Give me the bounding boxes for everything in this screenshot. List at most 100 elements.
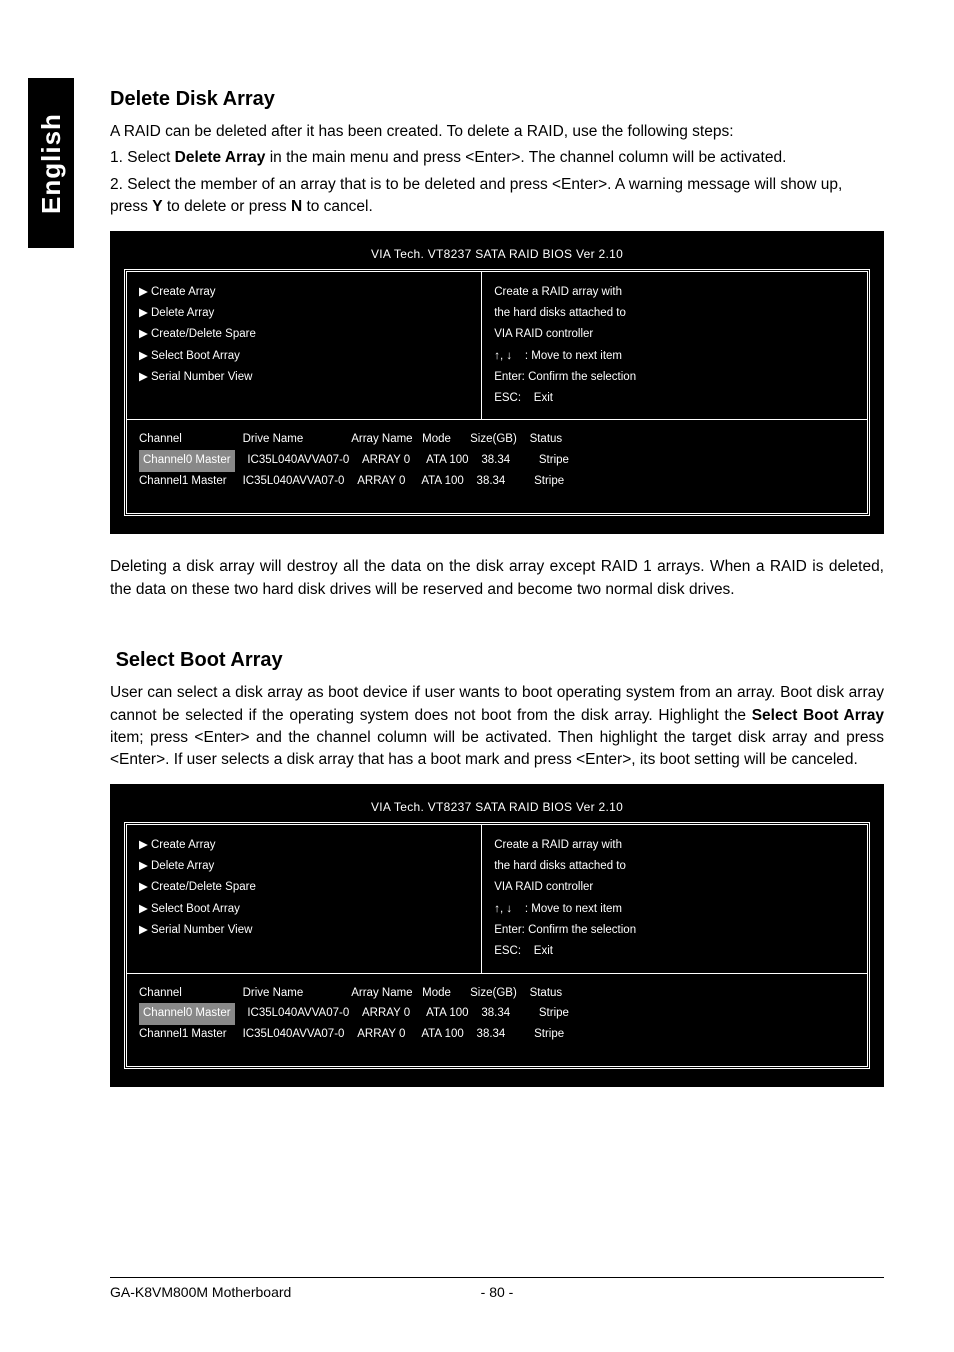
cell-status: Stripe	[534, 1028, 564, 1040]
bios-top-pane: ▶Create Array ▶Delete Array ▶Create/Dele…	[127, 272, 867, 421]
help-nav-enter: Enter: Confirm the selection	[494, 367, 855, 388]
drive-header-row: Channel Drive Name Array Name Mode Size(…	[139, 984, 855, 1004]
nav-label: : Move to next item	[525, 350, 622, 362]
menu-item-boot-array: ▶Select Boot Array	[139, 346, 469, 367]
section-title-delete: Delete Disk Array	[110, 88, 884, 111]
step2-y: Y	[152, 198, 162, 215]
page-content: Delete Disk Array A RAID can be deleted …	[110, 0, 884, 1087]
triangle-icon: ▶	[139, 877, 151, 898]
delete-after-text: Deleting a disk array will destroy all t…	[110, 556, 884, 601]
bios-screenshot-1: VIA Tech. VT8237 SATA RAID BIOS Ver 2.10…	[110, 231, 884, 534]
triangle-icon: ▶	[139, 856, 151, 877]
delete-step-1: 1. Select Delete Array in the main menu …	[110, 147, 884, 169]
menu-label: Select Boot Array	[151, 899, 240, 920]
bios-menu: ▶Create Array ▶Delete Array ▶Create/Dele…	[127, 825, 482, 973]
cell-mode: ATA 100	[421, 475, 463, 487]
col-status: Status	[530, 433, 563, 445]
menu-label: Serial Number View	[151, 920, 252, 941]
section-title-boot: Select Boot Array	[110, 649, 884, 672]
arrows-icon: ↑, ↓	[494, 350, 512, 362]
bios-title: VIA Tech. VT8237 SATA RAID BIOS Ver 2.10	[124, 800, 870, 814]
help-line-1: Create a RAID array with	[494, 282, 855, 303]
col-status: Status	[530, 987, 563, 999]
page-footer: GA-K8VM800M Motherboard - 80 -	[110, 1277, 884, 1300]
cell-drivename: IC35L040AVVA07-0	[243, 475, 345, 487]
menu-item-spare: ▶Create/Delete Spare	[139, 877, 469, 898]
bios-top-pane: ▶Create Array ▶Delete Array ▶Create/Dele…	[127, 825, 867, 974]
menu-item-delete-array: ▶Delete Array	[139, 856, 469, 877]
bios-menu: ▶Create Array ▶Delete Array ▶Create/Dele…	[127, 272, 482, 420]
boot-paragraph: User can select a disk array as boot dev…	[110, 682, 884, 772]
triangle-icon: ▶	[139, 899, 151, 920]
col-size: Size(GB)	[470, 433, 517, 445]
help-nav-updown: ↑, ↓ : Move to next item	[494, 346, 855, 367]
col-drivename: Drive Name	[243, 987, 304, 999]
col-channel: Channel	[139, 433, 182, 445]
language-tab: English	[28, 78, 74, 248]
cell-drivename: IC35L040AVVA07-0	[247, 454, 349, 466]
step2-mid: to delete or press	[163, 198, 291, 215]
delete-intro: A RAID can be deleted after it has been …	[110, 121, 884, 143]
boot-bold: Select Boot Array	[752, 707, 884, 724]
step2-end: to cancel.	[302, 198, 373, 215]
triangle-icon: ▶	[139, 303, 151, 324]
cell-channel: Channel1 Master	[139, 1028, 227, 1040]
cell-mode: ATA 100	[421, 1028, 463, 1040]
boot-post: item; press <Enter> and the channel colu…	[110, 729, 884, 768]
highlighted-channel: Channel0 Master	[139, 450, 235, 472]
bios-drive-list: Channel Drive Name Array Name Mode Size(…	[127, 974, 867, 1067]
cell-channel: Channel1 Master	[139, 475, 227, 487]
bios-help-pane: Create a RAID array with the hard disks …	[482, 825, 867, 973]
cell-arrayname: ARRAY 0	[357, 475, 405, 487]
menu-label: Create Array	[151, 282, 216, 303]
triangle-icon: ▶	[139, 367, 151, 388]
cell-size: 38.34	[477, 475, 506, 487]
triangle-icon: ▶	[139, 920, 151, 941]
footer-page-number: - 80 -	[110, 1284, 884, 1300]
step1-bold: Delete Array	[175, 149, 266, 166]
help-line-3: VIA RAID controller	[494, 324, 855, 345]
cell-size: 38.34	[481, 1007, 510, 1019]
cell-drivename: IC35L040AVVA07-0	[243, 1028, 345, 1040]
menu-label: Create/Delete Spare	[151, 877, 256, 898]
col-size: Size(GB)	[470, 987, 517, 999]
cell-status: Stripe	[539, 1007, 569, 1019]
menu-label: Serial Number View	[151, 367, 252, 388]
cell-arrayname: ARRAY 0	[362, 454, 410, 466]
menu-label: Select Boot Array	[151, 346, 240, 367]
drive-row-0: Channel0 Master IC35L040AVVA07-0 ARRAY 0…	[139, 450, 855, 472]
cell-size: 38.34	[477, 1028, 506, 1040]
cell-drivename: IC35L040AVVA07-0	[247, 1007, 349, 1019]
step1-pre: 1. Select	[110, 149, 175, 166]
bios-help-pane: Create a RAID array with the hard disks …	[482, 272, 867, 420]
cell-arrayname: ARRAY 0	[362, 1007, 410, 1019]
col-mode: Mode	[422, 987, 451, 999]
menu-item-spare: ▶Create/Delete Spare	[139, 324, 469, 345]
language-tab-label: English	[36, 113, 67, 214]
menu-item-serial: ▶Serial Number View	[139, 920, 469, 941]
bios-title: VIA Tech. VT8237 SATA RAID BIOS Ver 2.10	[124, 247, 870, 261]
bios-drive-list: Channel Drive Name Array Name Mode Size(…	[127, 420, 867, 513]
bios-frame: ▶Create Array ▶Delete Array ▶Create/Dele…	[124, 822, 870, 1069]
delete-step-2: 2. Select the member of an array that is…	[110, 174, 884, 219]
menu-item-delete-array: ▶Delete Array	[139, 303, 469, 324]
menu-item-create-array: ▶Create Array	[139, 282, 469, 303]
menu-item-serial: ▶Serial Number View	[139, 367, 469, 388]
step1-post: in the main menu and press <Enter>. The …	[265, 149, 786, 166]
cell-status: Stripe	[534, 475, 564, 487]
help-line-2: the hard disks attached to	[494, 856, 855, 877]
cell-arrayname: ARRAY 0	[357, 1028, 405, 1040]
menu-label: Delete Array	[151, 856, 214, 877]
cell-size: 38.34	[481, 454, 510, 466]
triangle-icon: ▶	[139, 835, 151, 856]
bios-screenshot-2: VIA Tech. VT8237 SATA RAID BIOS Ver 2.10…	[110, 784, 884, 1087]
cell-mode: ATA 100	[426, 1007, 468, 1019]
col-arrayname: Array Name	[351, 433, 412, 445]
menu-item-boot-array: ▶Select Boot Array	[139, 899, 469, 920]
menu-label: Create Array	[151, 835, 216, 856]
help-line-2: the hard disks attached to	[494, 303, 855, 324]
boot-title-text: Select Boot Array	[116, 649, 283, 671]
triangle-icon: ▶	[139, 324, 151, 345]
arrows-icon: ↑, ↓	[494, 903, 512, 915]
drive-row-1: Channel1 Master IC35L040AVVA07-0 ARRAY 0…	[139, 1025, 855, 1045]
